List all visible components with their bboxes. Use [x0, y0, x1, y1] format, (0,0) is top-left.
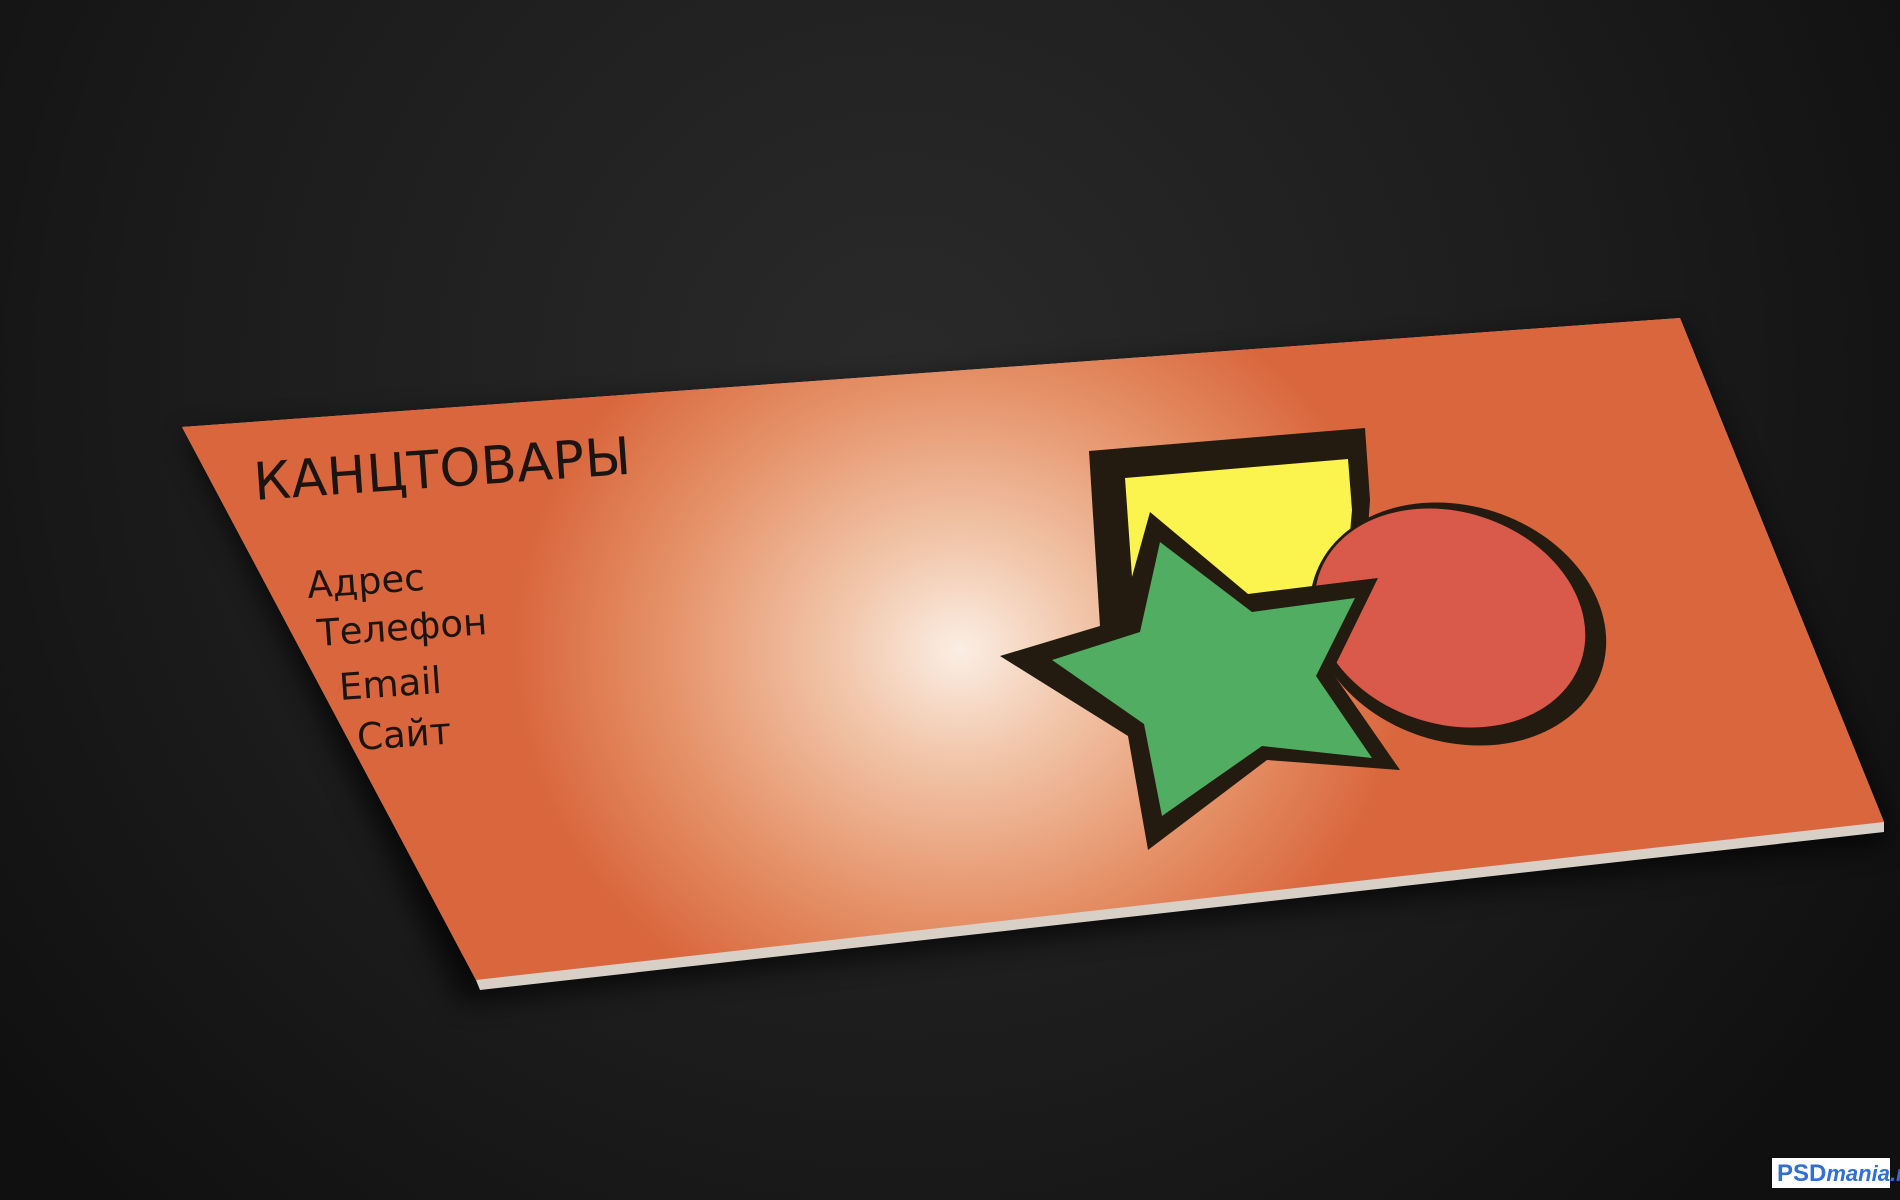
watermark-domain: mania.ru: [1826, 1161, 1900, 1186]
card-line-address: Адрес: [306, 556, 426, 607]
card-line-email: Email: [338, 659, 443, 709]
business-card-mockup-scene: КАНЦТОВАРЫ Адрес Телефон Email Сайт PSDm…: [0, 0, 1900, 1200]
watermark: PSDmania.ru: [1777, 1160, 1900, 1187]
card-line-website: Сайт: [356, 710, 453, 759]
watermark-brand: PSD: [1777, 1160, 1826, 1187]
